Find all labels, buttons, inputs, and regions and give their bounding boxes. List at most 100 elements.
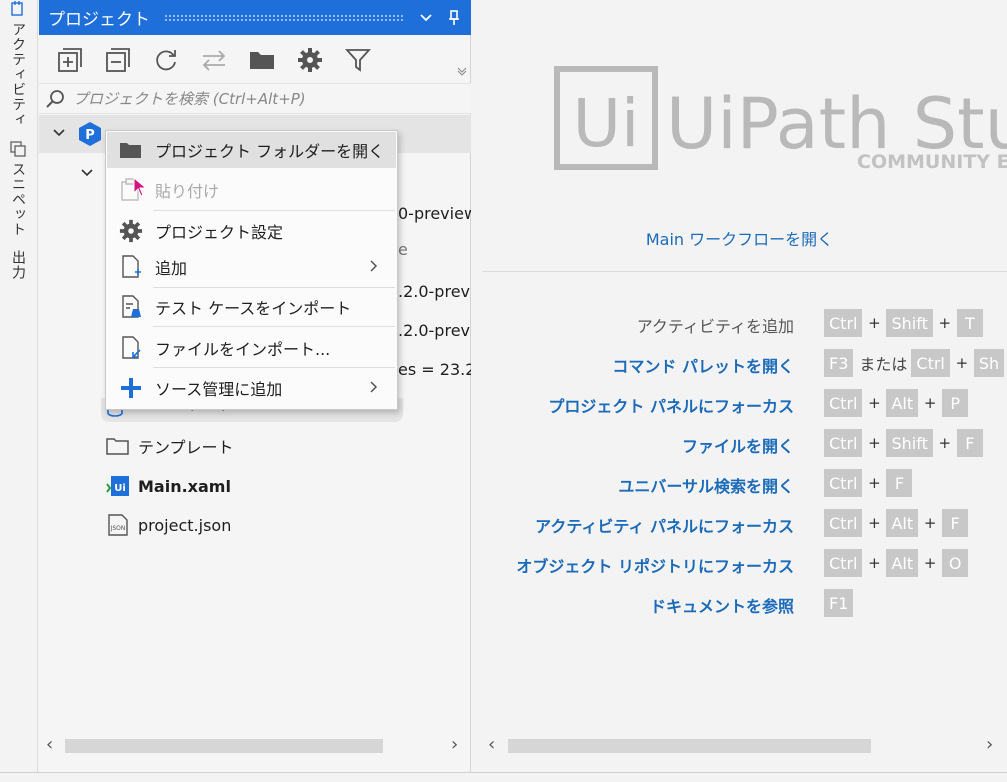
key-cap: Ctrl: [824, 509, 863, 537]
tree-item-label: project.json: [138, 515, 232, 535]
menu-item-label: ファイルをインポート...: [155, 340, 331, 359]
horizontal-scrollbar-thumb[interactable]: [65, 739, 383, 753]
tree-row-main-xaml[interactable]: Ui Main.xaml: [106, 474, 231, 498]
import-file-icon: [118, 335, 144, 361]
menu-item-add[interactable]: 追加: [107, 249, 396, 285]
toolbar-overflow-icon[interactable]: [457, 66, 467, 76]
shortcut-keys: Ctrl + F: [824, 469, 913, 497]
pin-button[interactable]: [443, 7, 465, 29]
activities-icon: [11, 1, 23, 16]
search-input[interactable]: [71, 88, 451, 109]
key-cap: Alt: [886, 389, 919, 417]
collapse-all-icon: [106, 48, 130, 72]
svg-text:Ui: Ui: [114, 483, 126, 494]
menu-item-open-project-folder[interactable]: プロジェクト フォルダーを開く: [107, 132, 396, 168]
menu-separator: [153, 367, 395, 368]
tab-activities-label: アクティビティ: [10, 22, 26, 127]
filter-button[interactable]: [341, 43, 375, 77]
folder-icon: [106, 438, 129, 455]
scroll-left-button[interactable]: ‹: [488, 734, 495, 755]
plus-sign: +: [923, 394, 937, 412]
logo-subtext: COMMUNITY EDITION: [857, 151, 1007, 170]
menu-item-import-test-cases[interactable]: テスト ケースをインポート: [107, 289, 396, 325]
key-cap: Alt: [886, 509, 919, 537]
refresh-button[interactable]: [149, 43, 183, 77]
key-cap: F3: [824, 349, 854, 377]
tab-output-label: 出力: [10, 250, 26, 280]
test-case-icon: [118, 294, 144, 320]
tree-row-templates[interactable]: テンプレート: [106, 434, 234, 458]
key-cap: O: [942, 549, 969, 577]
expand-all-button[interactable]: [53, 43, 87, 77]
sync-arrows-icon: [202, 50, 226, 71]
shortcut-label[interactable]: オブジェクト リポジトリにフォーカス: [464, 553, 794, 577]
pin-icon: [449, 9, 459, 25]
menu-item-add-to-source-control[interactable]: ソース管理に追加: [107, 370, 396, 406]
shortcut-keys: Ctrl + Alt + P: [824, 389, 969, 417]
shortcut-label[interactable]: ドキュメントを参照: [464, 593, 794, 617]
panel-title: プロジェクト: [48, 10, 150, 30]
or-text: または: [859, 355, 908, 374]
shortcut-label[interactable]: アクティビティ パネルにフォーカス: [464, 513, 794, 537]
scroll-left-button[interactable]: ‹: [46, 734, 53, 755]
tree-item-label: テンプレート: [138, 438, 234, 457]
tree-row-project-json[interactable]: JSON project.json: [106, 513, 231, 537]
menu-item-import-files[interactable]: ファイルをインポート...: [107, 330, 396, 366]
scroll-right-button[interactable]: ›: [451, 734, 458, 755]
shortcut-keys: Ctrl + Shift + F: [824, 429, 983, 457]
scroll-right-button[interactable]: ›: [986, 734, 993, 755]
new-file-icon: [118, 254, 144, 280]
shortcut-label[interactable]: ユニバーサル検索を開く: [464, 473, 794, 497]
expand-all-icon: [58, 48, 82, 72]
plus-sign: +: [938, 314, 952, 332]
tab-activities[interactable]: アクティビティ: [3, 0, 33, 127]
key-cap: Ctrl: [824, 309, 863, 337]
refresh-icon: [156, 50, 176, 71]
key-cap: Sh: [973, 349, 1005, 377]
plus-sign: +: [868, 554, 881, 572]
open-folder-button[interactable]: [245, 43, 279, 77]
folder-icon: [118, 137, 144, 163]
chevron-down-icon[interactable]: [81, 168, 93, 178]
menu-separator: [153, 210, 395, 211]
panel-grip[interactable]: [164, 13, 405, 22]
plus-sign: +: [868, 434, 881, 452]
mouse-cursor-icon: [133, 177, 148, 197]
key-cap: Shift: [886, 309, 933, 337]
settings-button[interactable]: [293, 43, 327, 77]
json-file-icon: JSON: [108, 514, 128, 536]
menu-item-project-settings[interactable]: プロジェクト設定: [107, 213, 396, 249]
plus-sign: +: [868, 474, 881, 492]
plus-sign: +: [923, 514, 937, 532]
uipath-studio-logo: Ui UiPath Studio COMMUNITY EDITION: [554, 66, 1007, 170]
tab-snippets[interactable]: スニペット: [3, 140, 33, 237]
chevron-down-icon: [420, 13, 432, 21]
panel-menu-button[interactable]: [415, 7, 437, 29]
project-search: [39, 83, 471, 114]
key-cap: F1: [824, 589, 854, 617]
snippets-icon: [10, 141, 26, 157]
collapse-all-button[interactable]: [101, 43, 135, 77]
sync-button[interactable]: [197, 43, 231, 77]
plus-sign: +: [955, 354, 969, 372]
shortcut-label[interactable]: プロジェクト パネルにフォーカス: [464, 393, 794, 417]
horizontal-scrollbar-thumb[interactable]: [508, 739, 871, 753]
menu-item-label: テスト ケースをインポート: [155, 299, 352, 318]
gear-icon: [298, 48, 322, 72]
shortcut-keys: Ctrl + Shift + T: [824, 309, 983, 337]
start-page: Ui UiPath Studio COMMUNITY EDITION Main …: [472, 0, 1007, 782]
menu-item-label: ソース管理に追加: [155, 380, 283, 399]
tree-item-text: es = 23.2.0: [398, 360, 471, 379]
tab-output[interactable]: 出力: [3, 250, 33, 280]
plus-icon: [118, 375, 144, 401]
menu-item-label: プロジェクト フォルダーを開く: [155, 142, 385, 161]
key-cap: Ctrl: [824, 549, 863, 577]
chevron-right-icon: [369, 258, 378, 277]
shortcut-label[interactable]: ファイルを開く: [464, 433, 794, 457]
chevron-down-icon[interactable]: [53, 128, 65, 138]
shortcut-label[interactable]: コマンド パレットを開く: [464, 353, 794, 377]
open-main-workflow-link[interactable]: Main ワークフローを開く: [472, 226, 1007, 250]
key-cap: Ctrl: [824, 429, 863, 457]
tree-item-text: 0-preview: [398, 204, 471, 223]
divider: [482, 271, 1007, 272]
